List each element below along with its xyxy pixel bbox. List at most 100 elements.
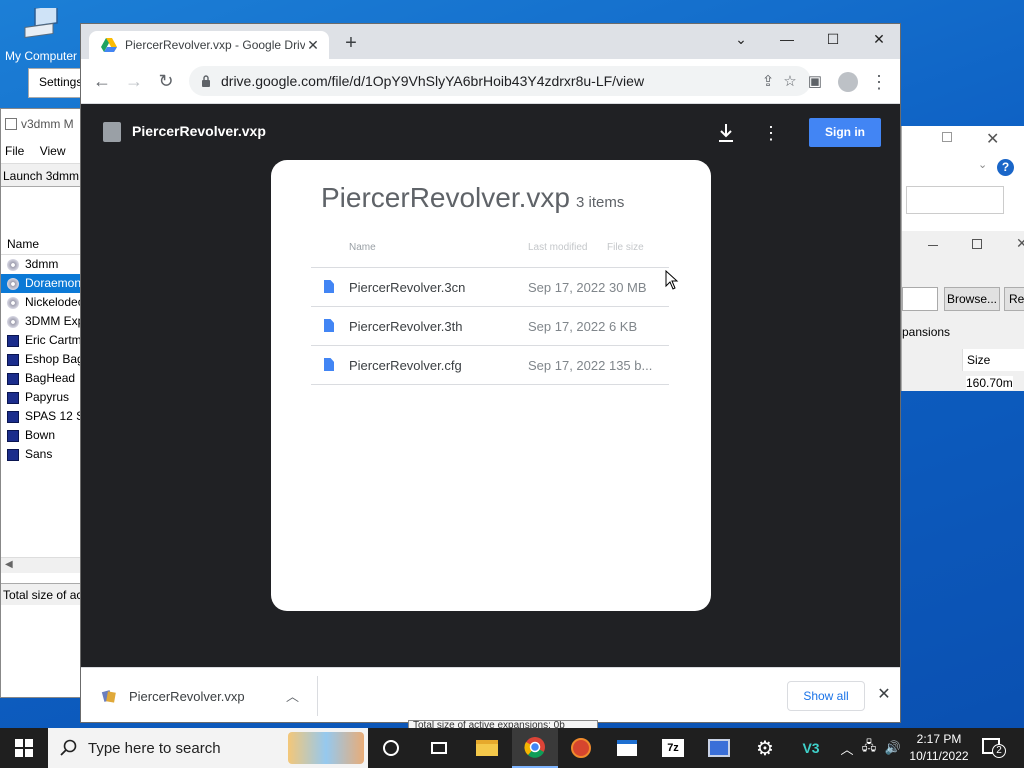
uninstaller-app-icon[interactable] xyxy=(558,728,604,768)
list-item[interactable]: 3dmm xyxy=(1,255,83,274)
background-window-right-top[interactable]: ✕ ⌄ ? xyxy=(901,126,1024,231)
show-hidden-icons-icon[interactable]: ︿ xyxy=(838,728,856,768)
reset-button[interactable]: Res xyxy=(1004,287,1024,311)
start-button[interactable] xyxy=(0,728,48,768)
close-tab-icon[interactable]: ✕ xyxy=(305,37,321,54)
forward-button[interactable]: → xyxy=(122,69,146,93)
viewer-file-title: PiercerRevolver.vxp xyxy=(132,123,266,139)
column-header-name: Name xyxy=(349,242,376,253)
clock[interactable]: 2:17 PM 10/11/2022 xyxy=(904,731,974,765)
settings-gear-icon[interactable]: ⚙ xyxy=(742,728,788,768)
share-icon[interactable]: ⇪ xyxy=(757,72,779,90)
archive-contents-card: PiercerRevolver.vxp 3 items Name Last mod… xyxy=(271,160,711,611)
7zip-icon[interactable]: 7z xyxy=(650,728,696,768)
my-computer-desktop-icon[interactable]: My Computer xyxy=(2,4,80,63)
notification-center-icon[interactable]: 2 xyxy=(982,736,1006,758)
reload-button[interactable]: ↻ xyxy=(154,69,178,93)
status-bar: Total size of ac xyxy=(1,583,83,605)
show-all-button[interactable]: Show all xyxy=(787,681,865,711)
file-meta: Sep 17, 2022 30 MB xyxy=(528,280,647,295)
new-tab-button[interactable]: + xyxy=(339,32,363,56)
file-explorer-icon[interactable] xyxy=(464,728,510,768)
lock-icon xyxy=(202,75,210,87)
close-icon[interactable]: ✕ xyxy=(1016,235,1024,252)
close-window-button[interactable]: ✕ xyxy=(856,24,900,54)
search-placeholder: Type here to search xyxy=(88,739,221,757)
volume-icon[interactable]: 🔊 xyxy=(882,728,904,768)
divider xyxy=(317,676,318,716)
maximize-icon[interactable] xyxy=(942,132,952,142)
file-row[interactable]: PiercerRevolver.cfg Sep 17, 2022 135 b..… xyxy=(311,346,669,385)
launch-3dmm-button[interactable]: Launch 3dmm xyxy=(1,163,83,187)
download-icon[interactable] xyxy=(713,120,739,146)
v3dmm-taskbar-icon[interactable]: V3 xyxy=(788,728,834,768)
download-file-name[interactable]: PiercerRevolver.vxp xyxy=(129,689,245,704)
list-item[interactable]: BagHead xyxy=(1,369,83,388)
list-item[interactable]: 3DMM Exp xyxy=(1,312,83,331)
cortana-icon[interactable] xyxy=(368,728,414,768)
sign-in-button[interactable]: Sign in xyxy=(809,118,881,147)
list-item[interactable]: Bown xyxy=(1,426,83,445)
address-bar[interactable]: drive.google.com/file/d/1OpY9VhSlyYA6brH… xyxy=(189,66,811,96)
list-item[interactable]: Nickelodeon xyxy=(1,293,83,312)
list-item-selected[interactable]: Doraemon xyxy=(1,274,83,293)
app-icon xyxy=(5,118,17,130)
address-field[interactable] xyxy=(906,186,1004,214)
chrome-taskbar-icon[interactable] xyxy=(512,728,558,768)
bookmark-star-icon[interactable]: ☆ xyxy=(779,72,801,90)
more-options-icon[interactable]: ⋮ xyxy=(761,120,781,146)
blue-square-icon xyxy=(7,429,19,442)
list-item[interactable]: SPAS 12 Sh xyxy=(1,407,83,426)
maximize-icon[interactable] xyxy=(972,239,982,249)
network-app-icon[interactable] xyxy=(696,728,742,768)
menu-view[interactable]: View xyxy=(40,144,66,158)
taskbar-search-box[interactable]: Type here to search xyxy=(48,728,368,768)
column-header-file-size: File size xyxy=(607,242,644,253)
chrome-window[interactable]: PiercerRevolver.vxp - Google Drive ✕ + ⌄… xyxy=(80,23,901,723)
scroll-left-icon[interactable]: ◀ xyxy=(5,559,13,570)
list-item-label: 3DMM Exp xyxy=(25,314,83,328)
side-panel-icon[interactable]: ▣ xyxy=(803,70,827,94)
network-icon[interactable]: 🖧 xyxy=(858,728,880,768)
minimize-icon[interactable] xyxy=(928,245,938,246)
list-item[interactable]: Eric Cartman xyxy=(1,331,83,350)
blue-square-icon xyxy=(7,353,19,366)
file-row[interactable]: PiercerRevolver.3cn Sep 17, 2022 30 MB xyxy=(311,268,669,307)
item-count: 3 items xyxy=(575,194,625,211)
help-icon[interactable]: ? xyxy=(997,159,1014,176)
v3dmm-window[interactable]: v3dmm M File View Launch 3dmm Name 3dmm … xyxy=(0,108,84,698)
list-item[interactable]: Sans xyxy=(1,445,83,464)
background-window-right-bottom[interactable]: ✕ Browse... Res pansions Size 160.70m xyxy=(901,231,1024,391)
browse-button[interactable]: Browse... xyxy=(944,287,1000,311)
menu-file[interactable]: File xyxy=(5,144,24,158)
blue-square-icon xyxy=(7,334,19,347)
browser-menu-icon[interactable]: ⋮ xyxy=(867,70,891,94)
minimize-window-button[interactable]: — xyxy=(764,24,810,54)
file-icon xyxy=(324,319,334,332)
chevron-down-icon[interactable]: ⌄ xyxy=(978,158,987,171)
list-item[interactable]: Papyrus xyxy=(1,388,83,407)
column-header-name[interactable]: Name xyxy=(1,233,83,255)
disc-icon xyxy=(7,296,19,309)
close-download-bar-icon[interactable]: ✕ xyxy=(875,684,893,704)
path-field[interactable] xyxy=(902,287,938,311)
tab-search-icon[interactable]: ⌄ xyxy=(718,24,764,54)
chevron-up-icon[interactable]: ︿ xyxy=(286,686,299,705)
window-app-icon[interactable] xyxy=(604,728,650,768)
column-header-size[interactable]: Size xyxy=(962,349,1024,371)
v3dmm-menubar: File View xyxy=(1,139,83,163)
file-row[interactable]: PiercerRevolver.3th Sep 17, 2022 6 KB xyxy=(311,307,669,346)
back-button[interactable]: ← xyxy=(90,69,114,93)
task-view-icon[interactable] xyxy=(416,728,462,768)
close-icon[interactable]: ✕ xyxy=(986,129,999,149)
list-item-label: Sans xyxy=(25,447,53,461)
list-item[interactable]: Eshop Bag xyxy=(1,350,83,369)
profile-avatar-icon[interactable] xyxy=(836,70,860,94)
archive-file-icon xyxy=(103,122,121,142)
maximize-window-button[interactable]: ☐ xyxy=(810,24,856,54)
settings-window[interactable]: Settings xyxy=(28,68,84,98)
list-item-label: SPAS 12 Sh xyxy=(25,409,83,423)
horizontal-scrollbar[interactable]: ◀ xyxy=(1,557,83,573)
tab-google-drive[interactable]: PiercerRevolver.vxp - Google Drive ✕ xyxy=(89,31,329,59)
mouse-cursor-icon xyxy=(665,270,679,290)
